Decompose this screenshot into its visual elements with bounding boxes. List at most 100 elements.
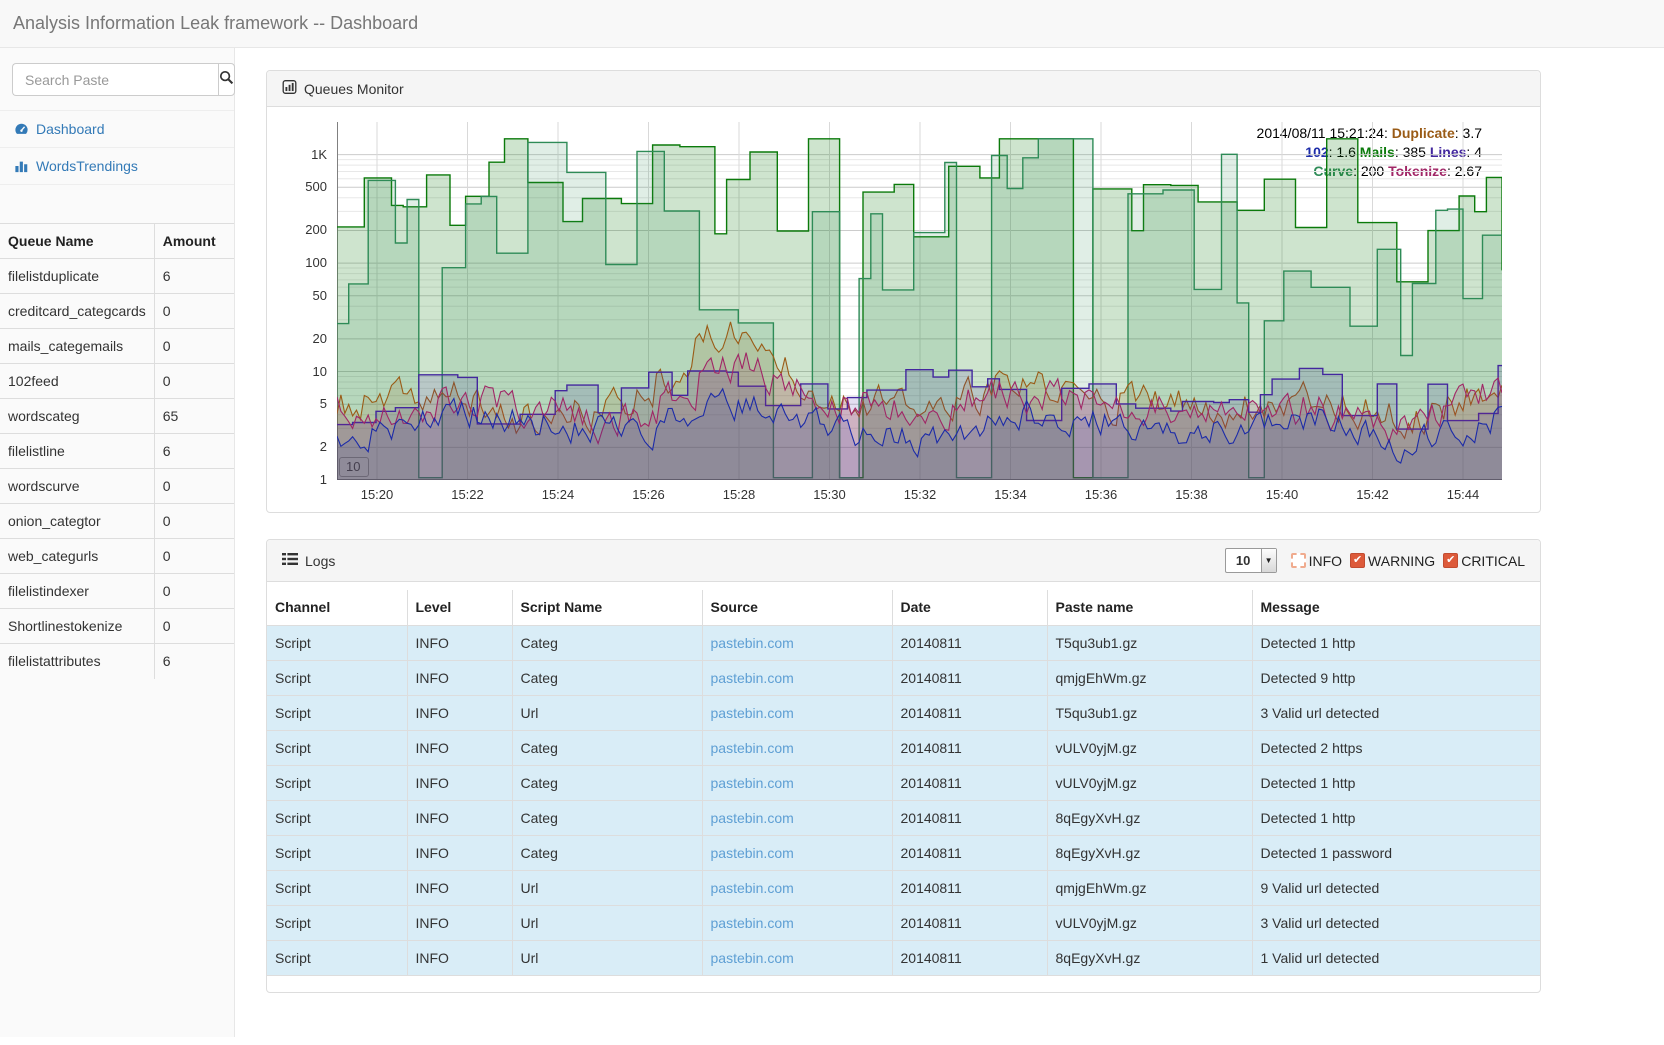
- log-script: Categ: [512, 625, 702, 660]
- log-paste: qmjgEhWm.gz: [1047, 660, 1252, 695]
- x-axis-tick: 15:32: [892, 487, 948, 502]
- bar-chart-icon: [14, 159, 29, 173]
- log-source: pastebin.com: [702, 940, 892, 975]
- log-channel: Script: [267, 730, 407, 765]
- page-title: Analysis Information Leak framework -- D…: [13, 13, 418, 34]
- source-link[interactable]: pastebin.com: [711, 950, 794, 966]
- log-source: pastebin.com: [702, 870, 892, 905]
- log-date: 20140811: [892, 625, 1047, 660]
- y-axis-tick: 2: [267, 439, 327, 454]
- filter-label: CRITICAL: [1461, 553, 1525, 569]
- logs-header: Logs 10 ▼ INFO✔WARNING✔CRITICAL: [267, 540, 1540, 582]
- queue-amount: 0: [154, 469, 234, 504]
- log-channel: Script: [267, 695, 407, 730]
- queues-chart: 2014/08/11 15:21:24: Duplicate: 3.7102: …: [267, 107, 1540, 512]
- y-axis-tick: 1K: [267, 147, 327, 162]
- queue-row: creditcard_categcards0: [0, 294, 234, 329]
- queue-name: filelistline: [0, 434, 154, 469]
- chevron-down-icon: ▼: [1261, 549, 1276, 572]
- sidebar-item-label: WordsTrendings: [36, 158, 138, 174]
- log-channel: Script: [267, 905, 407, 940]
- log-date: 20140811: [892, 695, 1047, 730]
- logs-header-paste-name: Paste name: [1047, 590, 1252, 625]
- search-button[interactable]: [218, 63, 235, 96]
- queue-row: filelistindexer0: [0, 574, 234, 609]
- logs-table: ChannelLevelScript NameSourceDatePaste n…: [267, 590, 1540, 976]
- log-row: ScriptINFOUrlpastebin.com20140811vULV0yj…: [267, 905, 1540, 940]
- log-row: ScriptINFOUrlpastebin.com201408118qEgyXv…: [267, 940, 1540, 975]
- stats-icon: [282, 80, 297, 97]
- log-channel: Script: [267, 870, 407, 905]
- source-link[interactable]: pastebin.com: [711, 915, 794, 931]
- queue-name: Shortlinestokenize: [0, 609, 154, 644]
- queue-row: Shortlinestokenize0: [0, 609, 234, 644]
- search-input[interactable]: [12, 63, 218, 96]
- logs-controls: 10 ▼ INFO✔WARNING✔CRITICAL: [1225, 548, 1525, 573]
- logs-footer: [267, 976, 1540, 992]
- log-paste: 8qEgyXvH.gz: [1047, 800, 1252, 835]
- log-channel: Script: [267, 660, 407, 695]
- queue-name: wordscurve: [0, 469, 154, 504]
- log-paste: vULV0yjM.gz: [1047, 730, 1252, 765]
- queue-row: filelistline6: [0, 434, 234, 469]
- x-axis-tick: 15:36: [1073, 487, 1129, 502]
- info-checkbox[interactable]: [1291, 553, 1306, 568]
- filter-info: INFO: [1291, 553, 1342, 569]
- sidebar-item-label: Dashboard: [36, 121, 105, 137]
- log-date: 20140811: [892, 765, 1047, 800]
- y-axis-tick: 10: [267, 364, 327, 379]
- queue-amount: 6: [154, 434, 234, 469]
- x-axis-tick: 15:30: [802, 487, 858, 502]
- log-message: 3 Valid url detected: [1252, 905, 1540, 940]
- queue-amount: 0: [154, 364, 234, 399]
- log-row: ScriptINFOCategpastebin.com20140811qmjgE…: [267, 660, 1540, 695]
- log-script: Categ: [512, 730, 702, 765]
- source-link[interactable]: pastebin.com: [711, 740, 794, 756]
- queue-name: wordscateg: [0, 399, 154, 434]
- log-script: Url: [512, 695, 702, 730]
- log-date: 20140811: [892, 800, 1047, 835]
- log-message: Detected 1 http: [1252, 765, 1540, 800]
- log-channel: Script: [267, 940, 407, 975]
- source-link[interactable]: pastebin.com: [711, 845, 794, 861]
- log-paste: vULV0yjM.gz: [1047, 905, 1252, 940]
- queue-name: onion_categtor: [0, 504, 154, 539]
- log-date: 20140811: [892, 835, 1047, 870]
- log-script: Url: [512, 870, 702, 905]
- log-row: ScriptINFOUrlpastebin.com20140811T5qu3ub…: [267, 695, 1540, 730]
- queue-table-header-row: Queue Name Amount: [0, 224, 234, 259]
- warning-checkbox[interactable]: ✔: [1350, 553, 1365, 568]
- y-axis-tick: 50: [267, 288, 327, 303]
- y-axis-tick: 20: [267, 331, 327, 346]
- sidebar-item-wordstrendings[interactable]: WordsTrendings: [0, 147, 234, 184]
- source-link[interactable]: pastebin.com: [711, 810, 794, 826]
- source-link[interactable]: pastebin.com: [711, 705, 794, 721]
- queue-name: filelistindexer: [0, 574, 154, 609]
- source-link[interactable]: pastebin.com: [711, 880, 794, 896]
- log-paste: 8qEgyXvH.gz: [1047, 835, 1252, 870]
- x-axis-tick: 15:44: [1435, 487, 1491, 502]
- queue-name: web_categurls: [0, 539, 154, 574]
- log-level: INFO: [407, 905, 512, 940]
- main-content: Queues Monitor 2014/08/11 15:21:24: Dupl…: [236, 48, 1664, 1045]
- queue-amount: 0: [154, 504, 234, 539]
- y-axis-tick: 5: [267, 396, 327, 411]
- x-axis-tick: 15:20: [349, 487, 405, 502]
- queue-row: web_categurls0: [0, 539, 234, 574]
- source-link[interactable]: pastebin.com: [711, 670, 794, 686]
- critical-checkbox[interactable]: ✔: [1443, 553, 1458, 568]
- queue-amount: 0: [154, 294, 234, 329]
- log-channel: Script: [267, 800, 407, 835]
- logs-header-message: Message: [1252, 590, 1540, 625]
- log-script: Url: [512, 905, 702, 940]
- source-link[interactable]: pastebin.com: [711, 635, 794, 651]
- sidebar-item-dashboard[interactable]: Dashboard: [0, 110, 234, 147]
- page-size-select[interactable]: 10 ▼: [1225, 548, 1277, 573]
- x-axis-tick: 15:24: [530, 487, 586, 502]
- logs-header-date: Date: [892, 590, 1047, 625]
- log-paste: T5qu3ub1.gz: [1047, 695, 1252, 730]
- source-link[interactable]: pastebin.com: [711, 775, 794, 791]
- log-row: ScriptINFOCategpastebin.com201408118qEgy…: [267, 835, 1540, 870]
- log-date: 20140811: [892, 940, 1047, 975]
- log-level: INFO: [407, 660, 512, 695]
